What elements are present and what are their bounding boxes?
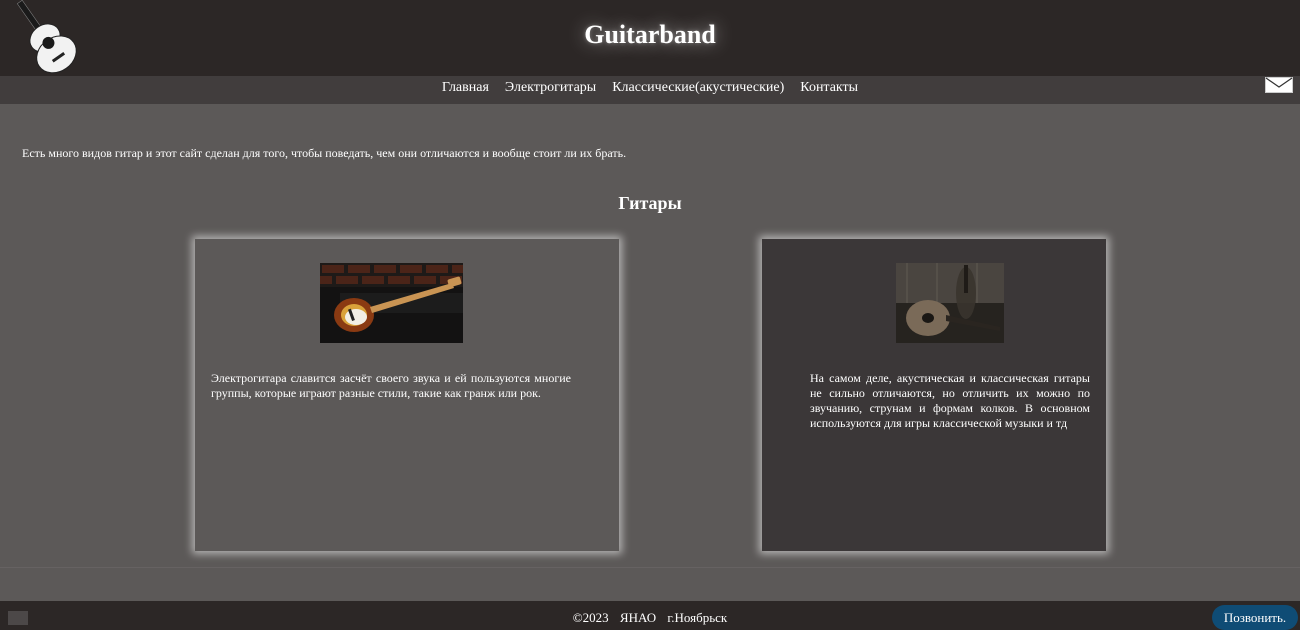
- footer-info: ©2023 ЯНАО г.Ноябрьск: [0, 610, 1300, 626]
- intro-text: Есть много видов гитар и этот сайт сдела…: [22, 146, 627, 160]
- acoustic-guitar-photo: [896, 263, 1004, 343]
- electric-guitar-photo: [320, 263, 463, 343]
- site-title: Guitarband: [584, 20, 716, 49]
- envelope-icon[interactable]: [1265, 77, 1293, 93]
- nav-link-home[interactable]: Главная: [442, 78, 489, 98]
- call-button[interactable]: Позвонить.: [1212, 605, 1298, 630]
- nav-link-electric-guitars[interactable]: Электрогитары: [505, 78, 596, 98]
- footer-city: г.Ноябрьск: [667, 610, 728, 625]
- card-text-acoustic: На самом деле, акустическая и классическ…: [810, 371, 1090, 430]
- nav-link-classical-guitars[interactable]: Классические(акустические): [612, 78, 784, 98]
- footer-copyright: ©2023: [572, 610, 609, 625]
- site-footer: ©2023 ЯНАО г.Ноябрьск: [0, 601, 1300, 630]
- content-divider: [0, 567, 1300, 568]
- card-electric-guitar: Электрогитара славится засчёт своего зву…: [195, 239, 619, 551]
- site-header: Guitarband: [0, 0, 1300, 76]
- footer-region: ЯНАО: [619, 610, 657, 625]
- main-nav: Главная Электрогитары Классические(акуст…: [0, 76, 1300, 104]
- card-text-electric: Электрогитара славится засчёт своего зву…: [211, 371, 571, 400]
- section-title: Гитары: [618, 193, 682, 213]
- nav-link-contacts[interactable]: Контакты: [800, 78, 858, 98]
- card-acoustic-guitar: На самом деле, акустическая и классическ…: [762, 239, 1106, 551]
